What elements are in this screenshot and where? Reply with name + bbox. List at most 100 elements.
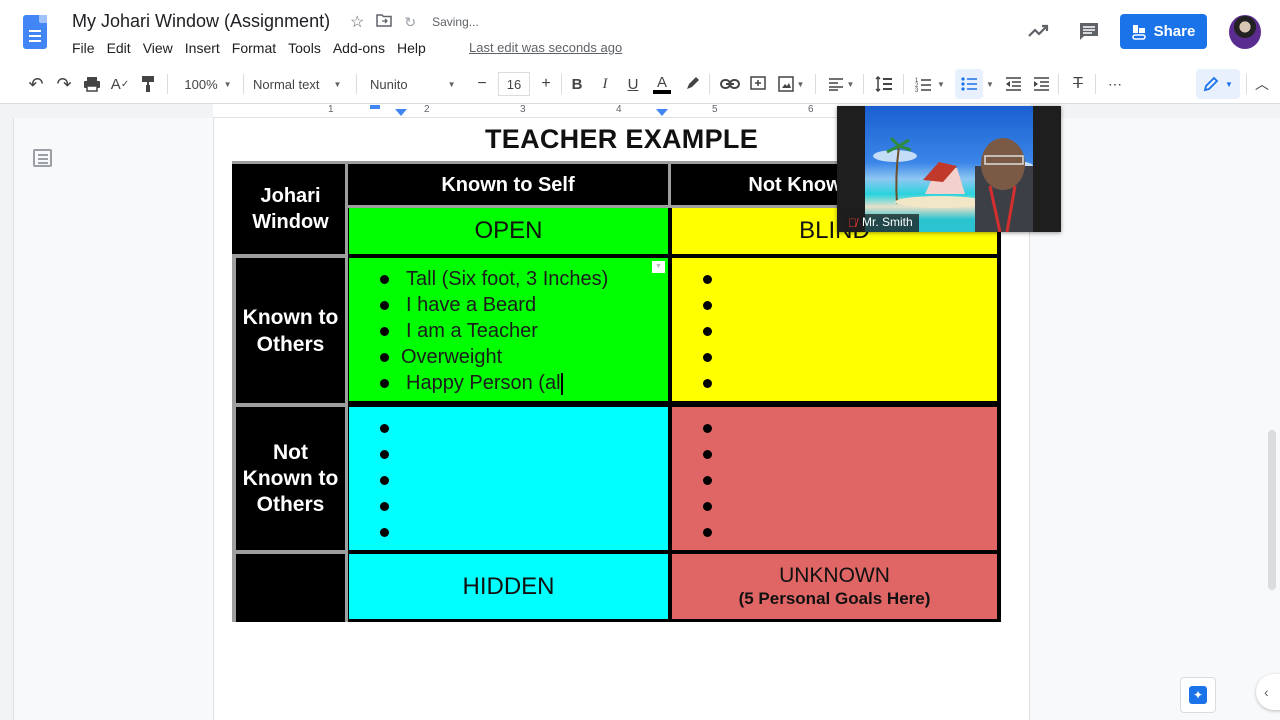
zoom-value: 100% xyxy=(184,76,218,92)
vertical-ruler[interactable] xyxy=(0,118,14,720)
editing-mode-button[interactable]: ▼ xyxy=(1196,69,1240,99)
font-select[interactable]: Nunito ▼ xyxy=(370,64,462,104)
hide-menus-icon[interactable]: ︿ xyxy=(1252,64,1272,104)
more-options-icon[interactable]: ⋯ xyxy=(1104,64,1126,104)
blind-items-list[interactable] xyxy=(703,266,729,396)
clear-formatting-icon[interactable]: T xyxy=(1067,64,1089,104)
video-call-overlay[interactable]: 🎙̸ Mr. Smith xyxy=(837,106,1061,232)
chevron-down-icon: ▼ xyxy=(796,79,805,89)
open-items-list[interactable]: Tall (Six foot, 3 Inches) I have a Beard… xyxy=(380,266,608,396)
highlight-color-icon[interactable] xyxy=(681,64,703,104)
menu-view[interactable]: View xyxy=(137,39,179,57)
menu-file[interactable]: File xyxy=(66,39,101,57)
unknown-items-list[interactable] xyxy=(703,415,729,545)
line-spacing-icon[interactable] xyxy=(873,64,895,104)
list-item[interactable] xyxy=(380,519,406,545)
chevron-down-icon: ▼ xyxy=(937,79,945,89)
right-indent-marker[interactable] xyxy=(656,109,668,116)
list-item[interactable] xyxy=(703,318,729,344)
ruler-mark: 6 xyxy=(808,104,814,115)
list-item[interactable] xyxy=(703,467,729,493)
underline-icon[interactable]: U xyxy=(624,64,642,104)
ruler-mark: 2 xyxy=(424,104,430,115)
formatting-toolbar: ↶ ↷ A ✓ 100% ▼ Normal text ▼ Nunito ▼ − 16 +… xyxy=(0,64,1280,104)
font-size-input[interactable]: 16 xyxy=(498,72,530,96)
list-item[interactable] xyxy=(703,415,729,441)
increase-font-size-button[interactable]: + xyxy=(535,64,557,104)
vertical-scrollbar[interactable] xyxy=(1268,430,1276,590)
list-item[interactable] xyxy=(380,441,406,467)
document-outline-icon[interactable] xyxy=(33,149,52,167)
increase-indent-icon[interactable] xyxy=(1030,64,1052,104)
redo-icon[interactable]: ↷ xyxy=(53,64,75,104)
move-folder-icon[interactable] xyxy=(376,13,393,32)
menu-add-ons[interactable]: Add-ons xyxy=(327,39,391,57)
left-indent-marker[interactable] xyxy=(395,109,407,116)
insert-link-icon[interactable] xyxy=(719,64,741,104)
hidden-items-list[interactable] xyxy=(380,415,406,545)
list-item[interactable] xyxy=(703,370,729,396)
spellcheck-icon[interactable]: A ✓ xyxy=(109,64,131,104)
list-item[interactable] xyxy=(703,441,729,467)
list-item[interactable] xyxy=(380,415,406,441)
activity-dashboard-icon[interactable] xyxy=(1027,22,1049,40)
text-color-icon[interactable]: A xyxy=(651,64,673,104)
list-item[interactable] xyxy=(703,292,729,318)
account-avatar[interactable] xyxy=(1229,15,1261,49)
first-line-indent-marker[interactable] xyxy=(370,105,380,109)
menu-tools[interactable]: Tools xyxy=(282,39,327,57)
align-icon[interactable]: ▼ xyxy=(825,64,857,104)
bulleted-list-icon[interactable] xyxy=(955,69,983,99)
list-item[interactable] xyxy=(703,344,729,370)
row-header-not-known-to-others: Not Known to Others xyxy=(242,440,339,516)
ruler-mark: 3 xyxy=(520,104,526,115)
chevron-left-icon: ‹ xyxy=(1264,684,1269,700)
italic-icon[interactable]: I xyxy=(596,64,614,104)
docs-logo-icon[interactable] xyxy=(23,15,47,49)
numbered-list-icon[interactable]: 1 2 3 ▼ xyxy=(911,64,949,104)
print-icon[interactable] xyxy=(81,64,103,104)
bulleted-list-options-icon[interactable]: ▼ xyxy=(983,64,997,104)
star-icon[interactable]: ☆ xyxy=(350,12,364,32)
explore-button[interactable]: ✦ xyxy=(1180,677,1216,713)
list-item-text: I am a Teacher xyxy=(406,320,538,342)
bold-icon[interactable]: B xyxy=(568,64,586,104)
list-item[interactable] xyxy=(703,493,729,519)
paragraph-style-value: Normal text xyxy=(253,76,320,92)
unknown-label: UNKNOWN xyxy=(779,563,890,587)
participant-name-tag: 🎙̸ Mr. Smith xyxy=(844,214,919,232)
share-button[interactable]: Share xyxy=(1120,14,1207,49)
paragraph-style-select[interactable]: Normal text ▼ xyxy=(253,64,347,104)
menu-insert[interactable]: Insert xyxy=(179,39,226,57)
undo-icon[interactable]: ↶ xyxy=(25,64,47,104)
insert-image-icon[interactable]: ▼ xyxy=(775,64,807,104)
comments-icon[interactable] xyxy=(1079,21,1099,41)
last-edit-link[interactable]: Last edit was seconds ago xyxy=(469,40,622,55)
explore-icon: ✦ xyxy=(1189,686,1207,704)
list-item[interactable] xyxy=(380,493,406,519)
row-header-known-to-others: Known to Others xyxy=(242,305,339,356)
empty-corner-cell xyxy=(236,554,345,619)
list-item[interactable] xyxy=(703,519,729,545)
mic-muted-icon: 🎙̸ xyxy=(848,216,857,230)
list-item[interactable]: I am a Teacher xyxy=(380,318,608,344)
list-item[interactable]: Overweight xyxy=(380,344,608,370)
list-item[interactable]: Tall (Six foot, 3 Inches) xyxy=(380,266,608,292)
list-item[interactable]: Happy Person (al xyxy=(380,370,608,396)
menu-edit[interactable]: Edit xyxy=(101,39,137,57)
cell-options-dropdown-icon[interactable]: ▼ xyxy=(652,261,665,273)
menu-format[interactable]: Format xyxy=(226,39,282,57)
paint-format-icon[interactable] xyxy=(137,64,159,104)
decrease-indent-icon[interactable] xyxy=(1002,64,1024,104)
share-label: Share xyxy=(1153,23,1196,40)
list-item[interactable] xyxy=(703,266,729,292)
menu-help[interactable]: Help xyxy=(391,39,432,57)
document-title[interactable]: My Johari Window (Assignment) xyxy=(72,11,330,32)
side-panel-toggle[interactable]: ‹ xyxy=(1256,674,1280,710)
add-comment-icon[interactable] xyxy=(747,64,769,104)
unknown-label-cell: UNKNOWN (5 Personal Goals Here) xyxy=(672,554,997,619)
list-item[interactable] xyxy=(380,467,406,493)
decrease-font-size-button[interactable]: − xyxy=(471,64,493,104)
list-item[interactable]: I have a Beard xyxy=(380,292,608,318)
zoom-select[interactable]: 100% ▼ xyxy=(178,64,238,104)
